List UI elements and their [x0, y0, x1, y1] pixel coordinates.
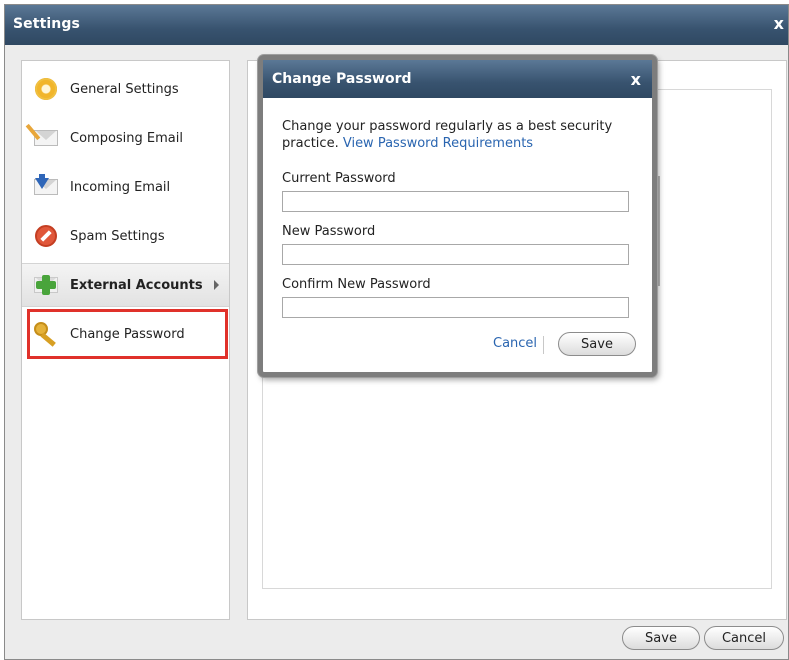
current-password-field[interactable]	[282, 191, 629, 212]
dialog-title: Change Password	[272, 71, 412, 87]
close-icon[interactable]: x	[631, 70, 641, 89]
dialog-titlebar: Change Password x	[263, 60, 652, 98]
close-icon[interactable]: x	[774, 14, 784, 33]
dialog-intro: Change your password regularly as a best…	[282, 118, 632, 152]
change-password-dialog: Change Password x Change your password r…	[258, 55, 657, 377]
sidebar-item-label: Incoming Email	[70, 179, 171, 195]
new-password-label: New Password	[282, 224, 376, 239]
sidebar-item-label: Composing Email	[70, 130, 183, 146]
sidebar-item-general-settings[interactable]: General Settings	[22, 67, 229, 111]
sidebar-item-composing-email[interactable]: Composing Email	[22, 116, 229, 160]
spam-icon	[32, 222, 60, 250]
confirm-password-label: Confirm New Password	[282, 277, 431, 292]
divider	[543, 336, 544, 354]
dialog-cancel-link[interactable]: Cancel	[493, 336, 537, 351]
window-title: Settings	[13, 16, 80, 32]
sidebar-item-label: External Accounts	[70, 277, 203, 293]
chevron-right-icon	[214, 280, 219, 290]
password-requirements-link[interactable]: View Password Requirements	[343, 136, 533, 151]
sidebar-item-label: General Settings	[70, 81, 179, 97]
new-password-field[interactable]	[282, 244, 629, 265]
sidebar-item-label: Change Password	[70, 326, 185, 342]
save-button[interactable]: Save	[622, 626, 700, 650]
key-icon	[32, 320, 60, 348]
sidebar-item-external-accounts[interactable]: External Accounts	[22, 263, 229, 307]
dialog-save-button[interactable]: Save	[558, 332, 636, 356]
add-account-icon	[32, 271, 60, 299]
settings-sidebar: General Settings Composing Email Incomin…	[21, 60, 230, 620]
current-password-label: Current Password	[282, 171, 396, 186]
sidebar-item-change-password[interactable]: Change Password	[22, 312, 229, 356]
sidebar-item-spam-settings[interactable]: Spam Settings	[22, 214, 229, 258]
settings-titlebar: Settings x	[5, 5, 788, 45]
cancel-button[interactable]: Cancel	[704, 626, 784, 650]
gear-icon	[32, 75, 60, 103]
compose-email-icon	[25, 123, 60, 152]
incoming-email-icon	[32, 173, 60, 201]
sidebar-item-label: Spam Settings	[70, 228, 165, 244]
sidebar-item-incoming-email[interactable]: Incoming Email	[22, 165, 229, 209]
confirm-password-field[interactable]	[282, 297, 629, 318]
